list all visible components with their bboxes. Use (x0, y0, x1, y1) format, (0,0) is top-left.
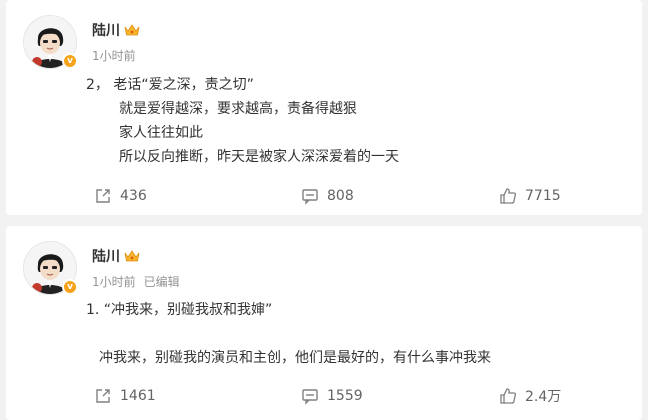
edited-label[interactable]: 已编辑 (144, 275, 180, 289)
comment-icon (302, 189, 318, 205)
content-line: 家人往往如此 (119, 125, 203, 141)
post-actions: 1461 1559 2.4万 (6, 386, 642, 406)
post-card: v 陆川 1小时前 2， 老话“爱之深，责之切” 就是爱得越深，要求越高，责备得… (6, 0, 642, 215)
content-line: 1. “冲我来，别碰我叔和我婶” (86, 302, 273, 318)
comment-button[interactable]: 1559 (301, 386, 363, 406)
content-line: 2， 老话“爱之深，责之切” (86, 77, 254, 93)
comment-button[interactable]: 808 (301, 186, 354, 206)
share-button[interactable]: 1461 (94, 386, 156, 406)
post-content: 2， 老话“爱之深，责之切” 就是爱得越深，要求越高，责备得越狠 家人往往如此 … (86, 73, 606, 169)
post-meta: 1小时前 已编辑 (92, 273, 180, 290)
post-content: 1. “冲我来，别碰我叔和我婶” 冲我来，别碰我的演员和主创，他们是最好的，有什… (86, 298, 606, 370)
share-count: 1461 (120, 388, 156, 404)
share-icon (96, 389, 110, 403)
share-button[interactable]: 436 (94, 186, 147, 206)
like-button[interactable]: 2.4万 (499, 386, 561, 406)
verified-v-icon: v (62, 279, 78, 295)
content-line: 就是爱得越深，要求越高，责备得越狠 (119, 101, 357, 117)
crown-badge-icon[interactable] (124, 23, 140, 37)
comment-count: 808 (327, 188, 354, 204)
username[interactable]: 陆川 (92, 20, 120, 40)
content-line: 所以反向推断，昨天是被家人深深爱着的一天 (119, 149, 399, 165)
post-actions: 436 808 7715 (6, 186, 642, 206)
verified-v-icon: v (62, 53, 78, 69)
content-line: 冲我来，别碰我的演员和主创，他们是最好的，有什么事冲我来 (99, 350, 491, 366)
share-icon (96, 189, 110, 203)
crown-badge-icon[interactable] (124, 249, 140, 263)
thumbs-up-icon (500, 388, 517, 404)
post-meta: 1小时前 (92, 47, 136, 64)
comment-icon (302, 389, 318, 405)
comment-count: 1559 (327, 388, 363, 404)
like-button[interactable]: 7715 (499, 186, 561, 206)
content-blank-line (86, 322, 606, 346)
post-time[interactable]: 1小时前 (92, 49, 136, 63)
post-card: v 陆川 1小时前 已编辑 1. “冲我来，别碰我叔和我婶” 冲我来，别碰我的演员… (6, 226, 642, 420)
like-count: 2.4万 (525, 389, 562, 405)
share-count: 436 (120, 188, 147, 204)
username[interactable]: 陆川 (92, 246, 120, 266)
thumbs-up-icon (500, 188, 517, 204)
like-count: 7715 (525, 188, 561, 204)
post-time[interactable]: 1小时前 (92, 275, 136, 289)
